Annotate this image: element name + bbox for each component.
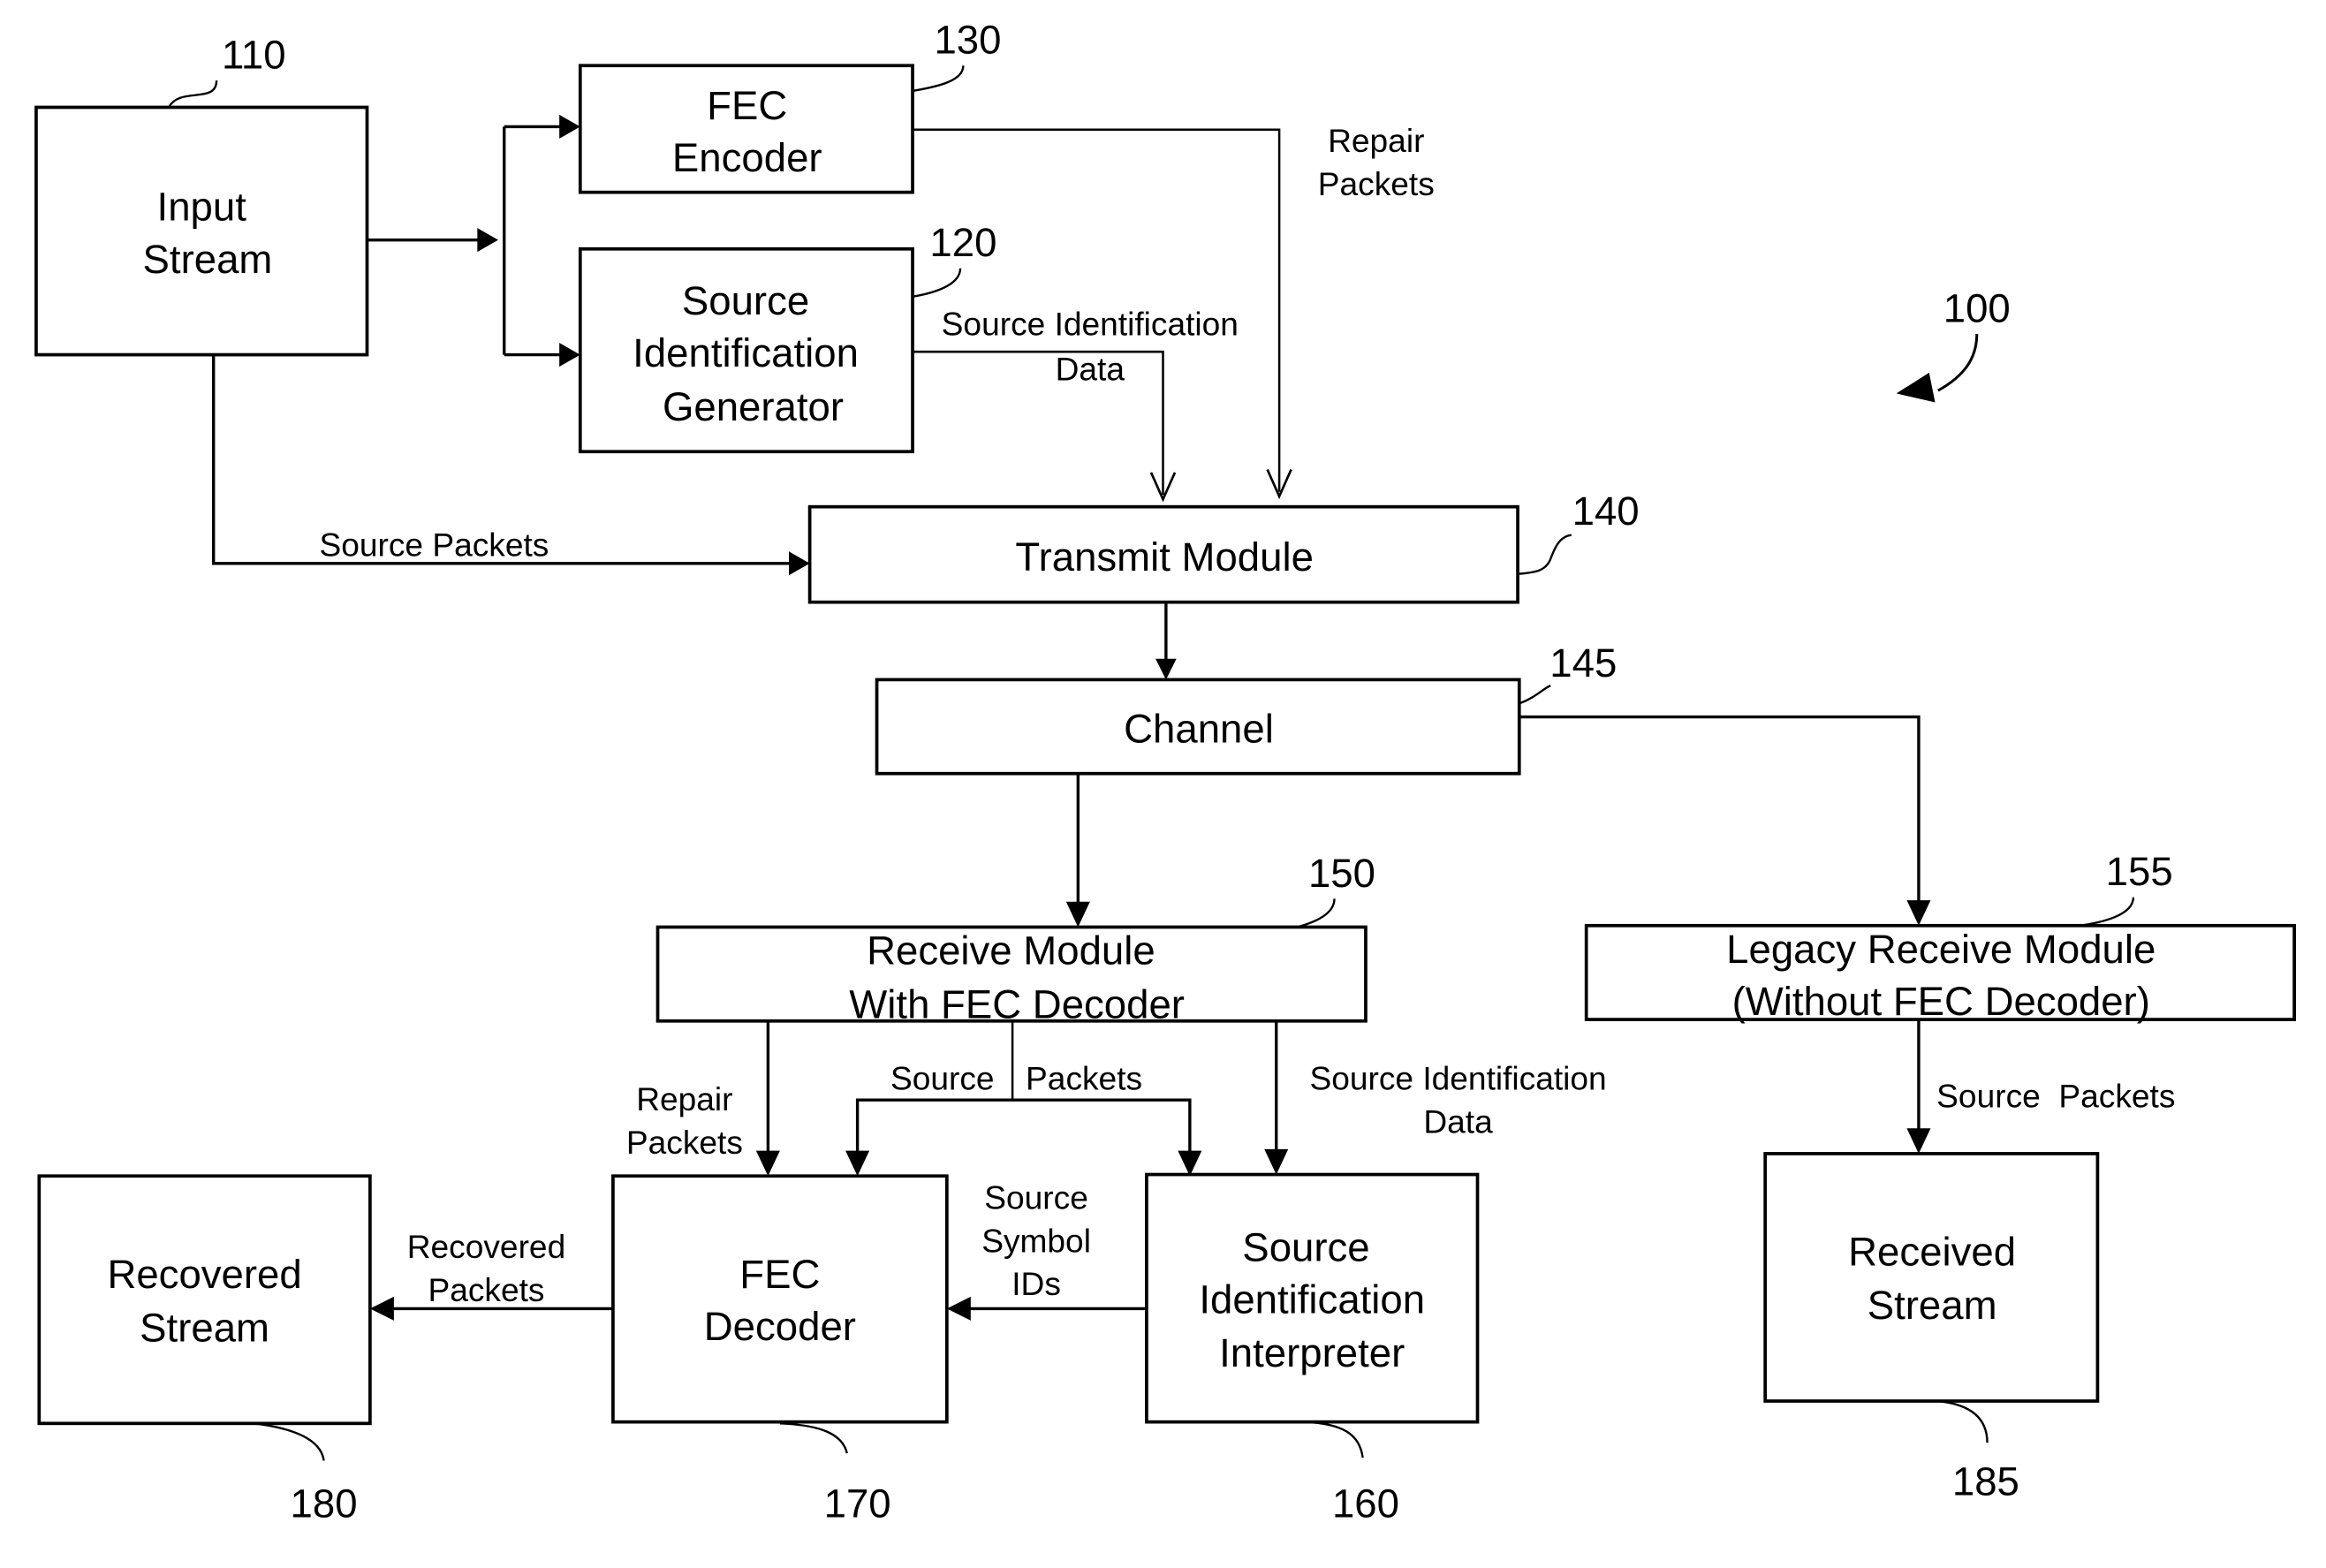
connector-repair-packets-rx <box>755 1020 780 1177</box>
ref-145: 145 <box>1519 640 1617 705</box>
connector-source-id-data-rx <box>1264 1020 1289 1175</box>
flow-label-repair-packets: Repair <box>636 1080 732 1117</box>
ref-110: 110 <box>168 33 286 109</box>
fec-system-diagram: Input Stream FEC Encoder Source Identifi… <box>34 18 2296 1526</box>
flow-label-source-packets: Source Packets <box>319 526 549 563</box>
flow-label-source-identification-data: Data <box>1423 1102 1493 1140</box>
block-label: Receive Module <box>867 928 1155 973</box>
flow-label-source-packets: Source Packets <box>1936 1078 2175 1115</box>
ref-170: 170 <box>779 1422 891 1526</box>
ref-numeral: 140 <box>1572 489 1640 534</box>
connector-channel-to-legacy <box>1519 715 1931 926</box>
block-label: Identification <box>1199 1276 1425 1322</box>
block-label: Received <box>1848 1229 2016 1274</box>
block-recovered-stream: Recovered Stream <box>37 1174 372 1426</box>
flow-label-repair-packets: Packets <box>1318 165 1435 202</box>
ref-130: 130 <box>912 18 1001 93</box>
flow-label-source-symbol-ids: Symbol <box>981 1222 1091 1259</box>
block-source-identification-interpreter: Source Identification Interpreter <box>1145 1172 1480 1424</box>
ref-180: 180 <box>254 1422 358 1526</box>
connector-source-id-data-tx <box>913 350 1177 503</box>
block-legacy-receive-module: Legacy Receive Module (Without FEC Decod… <box>1584 923 2296 1024</box>
curved-arrow-icon <box>1896 372 1936 403</box>
flow-label-repair-packets: Packets <box>626 1124 743 1161</box>
block-label: Input <box>157 185 247 230</box>
block-label: Transmit Module <box>1015 534 1314 579</box>
block-label: Recovered <box>107 1252 301 1297</box>
ref-numeral: 145 <box>1549 640 1617 686</box>
flow-label-recovered-packets: Packets <box>428 1271 544 1308</box>
ref-numeral: 170 <box>824 1481 891 1526</box>
flow-label-source-symbol-ids: Source <box>984 1178 1088 1216</box>
block-label: Generator <box>663 384 844 429</box>
ref-150: 150 <box>1297 851 1375 928</box>
ref-155: 155 <box>2080 849 2173 927</box>
ref-120: 120 <box>912 220 996 298</box>
block-label: Stream <box>140 1306 269 1351</box>
ref-185: 185 <box>1937 1399 2019 1504</box>
connector-channel-to-receive <box>1065 773 1090 928</box>
block-fec-encoder: FEC Encoder <box>578 64 914 194</box>
block-label: Identification <box>633 330 859 375</box>
connector-transmit-to-channel <box>1155 602 1177 680</box>
block-label: Legacy Receive Module <box>1726 927 2156 972</box>
connector-source-packets-legacy <box>1906 1019 1931 1154</box>
block-label: Decoder <box>704 1304 856 1349</box>
block-label: Interpreter <box>1219 1330 1405 1375</box>
ref-numeral: 160 <box>1332 1481 1399 1526</box>
block-transmit-module: Transmit Module <box>807 504 1519 604</box>
ref-numeral: 185 <box>1952 1458 2019 1504</box>
block-label: FEC <box>707 83 787 128</box>
ref-numeral: 155 <box>2106 849 2173 894</box>
block-label: With FEC Decoder <box>849 981 1185 1026</box>
block-label: Stream <box>1868 1283 1997 1328</box>
connector-source-packets-rx <box>845 1020 1202 1177</box>
flow-label-source-identification-data: Source Identification <box>1309 1059 1606 1096</box>
flow-label-source-identification-data: Source Identification <box>942 306 1239 343</box>
block-input-stream: Input Stream <box>34 105 369 357</box>
flow-label-source-identification-data: Data <box>1056 350 1125 387</box>
ref-100: 100 <box>1896 285 2011 403</box>
block-label: Source <box>1242 1224 1369 1269</box>
block-fec-decoder: FEC Decoder <box>611 1174 949 1424</box>
ref-numeral: 110 <box>222 33 286 78</box>
block-source-identification-generator: Source Identification Generator <box>578 246 914 454</box>
ref-numeral: 130 <box>934 18 1001 63</box>
block-label: Stream <box>143 237 273 282</box>
flow-label-recovered-packets: Recovered <box>407 1228 565 1265</box>
flow-label-repair-packets: Repair <box>1328 122 1424 159</box>
block-label: Source <box>682 278 809 323</box>
connector-input-to-split <box>367 114 580 367</box>
ref-numeral: 180 <box>291 1481 358 1526</box>
block-receive-module: Receive Module With FEC Decoder <box>655 925 1368 1026</box>
flow-label-source: Source <box>890 1059 995 1096</box>
block-label: FEC <box>739 1252 820 1297</box>
block-channel: Channel <box>875 678 1521 776</box>
flow-label-source-symbol-ids: IDs <box>1011 1265 1061 1302</box>
flow-label-packets: Packets <box>1026 1059 1142 1096</box>
ref-160: 160 <box>1304 1420 1399 1526</box>
ref-140: 140 <box>1519 489 1640 575</box>
figure-reference-numeral: 100 <box>1943 285 2011 330</box>
block-received-stream: Received Stream <box>1763 1152 2100 1403</box>
ref-numeral: 150 <box>1308 851 1375 896</box>
ref-numeral: 120 <box>929 220 996 265</box>
block-label: (Without FEC Decoder) <box>1732 979 2150 1024</box>
block-label: Encoder <box>672 135 822 180</box>
block-label: Channel <box>1124 706 1274 751</box>
